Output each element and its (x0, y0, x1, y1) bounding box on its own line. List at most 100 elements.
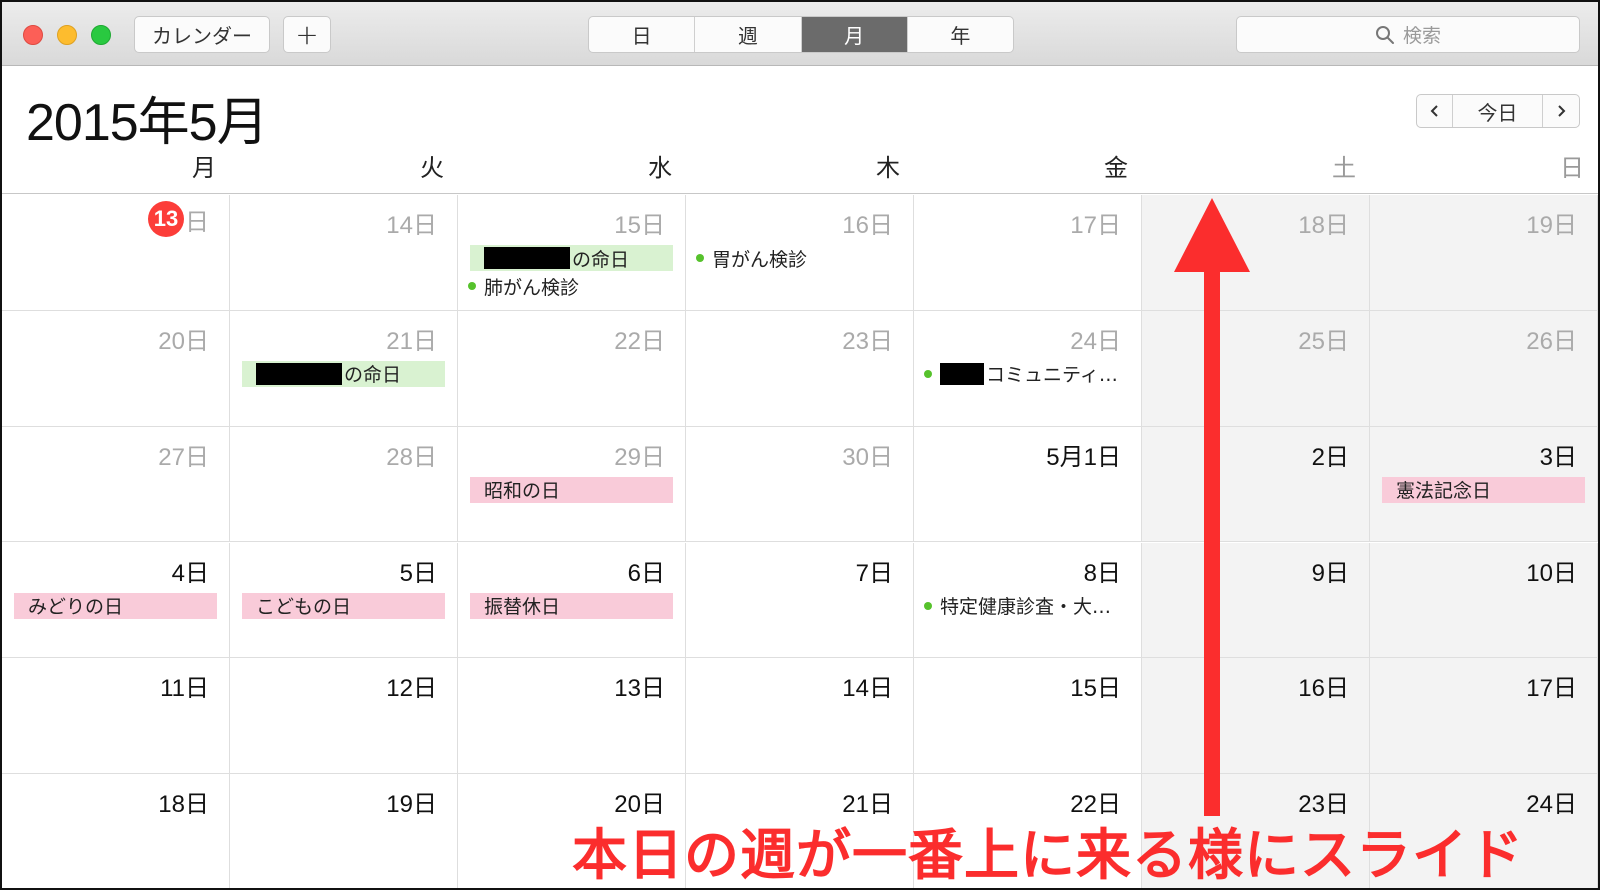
day-cell[interactable]: 12日 (230, 658, 458, 775)
day-cell[interactable]: 16日胃がん検診 (686, 195, 914, 311)
day-cell[interactable]: 29日昭和の日 (458, 426, 686, 543)
close-window-button[interactable] (23, 25, 43, 45)
view-day-tab[interactable]: 日 (589, 17, 696, 52)
today-button[interactable]: 今日 (1453, 95, 1543, 127)
day-cell[interactable]: 14日 (230, 195, 458, 311)
event-title: 昭和の日 (484, 480, 561, 503)
weekday-label: 水 (648, 154, 672, 182)
day-number: 18日 (158, 791, 209, 819)
event-bar[interactable]: 振替休日 (470, 592, 673, 619)
view-year-tab[interactable]: 年 (908, 17, 1013, 52)
next-month-button[interactable] (1543, 95, 1579, 127)
calendar-dot-icon (924, 601, 932, 610)
weekday-label: 月 (192, 154, 216, 182)
day-number: 29日 (614, 443, 665, 471)
day-cell[interactable]: 24日 コミュニティ… (914, 310, 1142, 427)
day-number: 7日 (855, 559, 893, 587)
day-number: 9日 (1311, 559, 1349, 587)
calendars-button[interactable]: カレンダー (134, 16, 270, 53)
day-number: 14日 (386, 212, 437, 239)
previous-month-button[interactable] (1417, 95, 1453, 127)
day-cell[interactable]: 19日 (1370, 195, 1598, 311)
event-title: こどもの日 (256, 596, 352, 618)
day-cell[interactable]: 5日 こどもの日 (230, 542, 458, 659)
event-title: の命日 (344, 364, 402, 387)
event-bar[interactable]: 昭和の日 (470, 476, 673, 503)
day-number: 11日 (160, 675, 209, 703)
add-event-button[interactable]: + (283, 16, 331, 53)
event-item[interactable]: 特定健康診査・大… (924, 593, 1133, 619)
day-cell[interactable]: 11日 (2, 658, 230, 775)
day-cell[interactable]: 3日憲法記念日 (1370, 426, 1598, 543)
calendar-dot-icon (924, 369, 932, 378)
day-cell[interactable]: 10日 (1370, 542, 1598, 659)
event-title: 憲法記念日 (1396, 480, 1492, 503)
day-cell[interactable]: 19日 (230, 774, 458, 888)
day-cell[interactable]: 13日 (458, 658, 686, 775)
day-cell[interactable]: 14日 (686, 658, 914, 775)
today-badge: 13 (148, 201, 184, 237)
weekday-header: 月火水木金土日 (2, 142, 1598, 194)
day-cell[interactable]: 13日 (2, 195, 230, 311)
day-cell[interactable]: 30日 (686, 426, 914, 543)
day-cell[interactable]: 23日 (686, 310, 914, 427)
event-title: みどりの日 (28, 596, 124, 618)
event-title: の命日 (572, 248, 630, 271)
weekday-label: 木 (876, 154, 900, 182)
chevron-right-icon (1558, 105, 1566, 117)
minimize-window-button[interactable] (57, 25, 77, 45)
day-number: 3日 (1539, 443, 1577, 471)
weekday-label: 金 (1104, 154, 1128, 182)
day-cell[interactable]: 28日 (230, 426, 458, 543)
view-month-tab[interactable]: 月 (801, 17, 908, 52)
day-cell[interactable]: 18日 (2, 774, 230, 888)
day-cell[interactable]: 21日 の命日 (230, 310, 458, 427)
calendar-window: カレンダー + 日 週 月 年 検索 2015年5月 今日 月 火 水 木 金 … (0, 0, 1600, 890)
event-bar[interactable]: こどもの日 (242, 592, 445, 619)
annotation-text: 本日の週が一番上に来る様にスライド (572, 823, 1525, 887)
day-number: 25日 (1298, 327, 1349, 355)
day-cell[interactable]: 4日みどりの日 (2, 542, 230, 659)
day-cell[interactable]: 27日 (2, 426, 230, 543)
search-field[interactable]: 検索 (1236, 16, 1580, 53)
day-number: 5月1日 (1046, 443, 1121, 471)
day-cell[interactable]: 17日 (914, 195, 1142, 311)
day-cell[interactable]: 20日 (2, 310, 230, 427)
event-item[interactable]: 胃がん検診 (696, 245, 905, 271)
calendar-dot-icon (696, 254, 704, 262)
day-number: 30日 (842, 443, 893, 471)
event-item[interactable]: 肺がん検診 (468, 273, 677, 299)
month-grid: 13 日 14日 15日 の命日 肺がん検診 16日 胃がん検診 17日 18日 19日 20日 21日… (2, 195, 1598, 888)
today-date: 13 日 (148, 201, 209, 237)
day-cell[interactable]: 15日 の命日 肺がん検診 (458, 195, 686, 311)
day-number: 16日 (1298, 675, 1349, 703)
day-number: 26日 (1526, 327, 1577, 355)
toolbar: カレンダー + 日 週 月 年 検索 (2, 2, 1598, 66)
event-bar[interactable]: の命日 (242, 360, 445, 387)
event-bar[interactable]: みどりの日 (14, 592, 217, 619)
view-week-tab[interactable]: 週 (695, 17, 802, 52)
day-cell[interactable]: 26日 (1370, 310, 1598, 427)
calendar-dot-icon (468, 282, 476, 290)
today-suffix: 日 (185, 208, 209, 236)
event-title: 肺がん検診 (484, 276, 580, 299)
day-cell[interactable]: 17日 (1370, 658, 1598, 775)
day-cell[interactable]: 22日 (458, 310, 686, 427)
redacted-text (940, 362, 984, 385)
zoom-window-button[interactable] (91, 25, 111, 45)
day-number: 14日 (842, 675, 893, 703)
day-cell[interactable]: 6日 振替休日 (458, 542, 686, 659)
event-item[interactable]: コミュニティ… (924, 361, 1133, 387)
day-number: 16日 (842, 212, 893, 239)
event-bar[interactable]: の命日 (470, 245, 673, 271)
day-number: 4日 (171, 559, 209, 587)
day-cell[interactable]: 5月1日 (914, 426, 1142, 543)
redacted-text (484, 247, 570, 269)
day-cell[interactable]: 7日 (686, 542, 914, 659)
event-bar[interactable]: 憲法記念日 (1382, 476, 1585, 503)
weekday-label: 土 (1332, 154, 1356, 182)
weekday-label: 火 (420, 154, 444, 182)
day-cell[interactable]: 8日 特定健康診査・大… (914, 542, 1142, 659)
annotation-arrow-up (1174, 198, 1250, 816)
day-cell[interactable]: 15日 (914, 658, 1142, 775)
